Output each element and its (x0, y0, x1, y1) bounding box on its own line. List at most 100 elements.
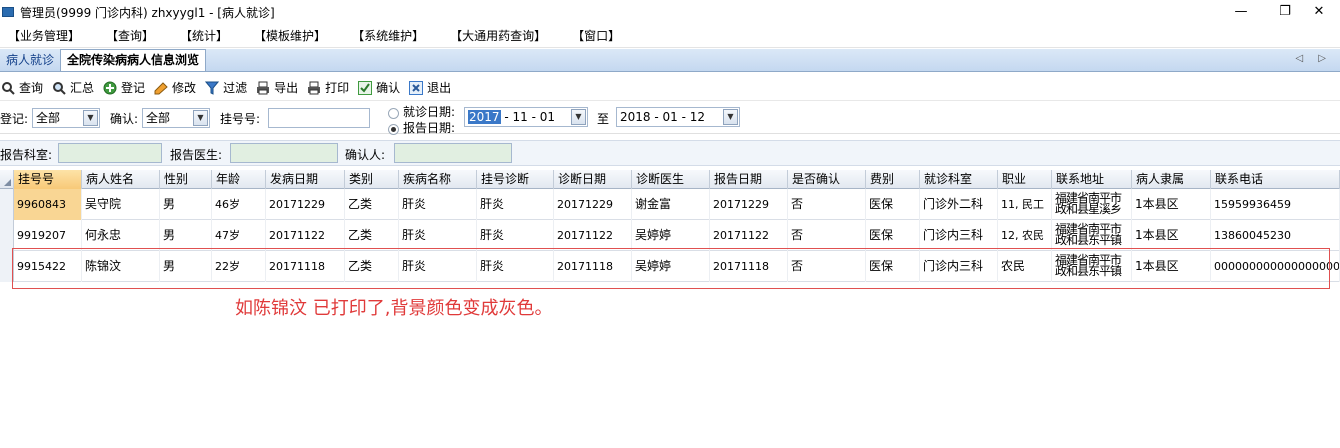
col-header-sex[interactable]: 性别 (160, 170, 212, 189)
col-header-diagnosis-date[interactable]: 诊断日期 (554, 170, 632, 189)
grid-corner-icon (0, 170, 14, 189)
summary-magnifier-icon (51, 80, 67, 96)
menu-window[interactable]: 【窗口】 (572, 27, 620, 44)
query-button[interactable]: 查询 (0, 79, 43, 96)
tab-patient-visit[interactable]: 病人就诊 (0, 51, 60, 71)
cell-phone[interactable]: 13860045230 (1211, 220, 1340, 251)
cell-sex[interactable]: 男 (160, 220, 212, 251)
cell-onset-date[interactable]: 20171229 (266, 189, 345, 220)
cell-disease[interactable]: 肝炎 (399, 220, 477, 251)
cell-visit-dept[interactable]: 门诊外二科 (920, 189, 998, 220)
menu-query[interactable]: 【查询】 (106, 27, 154, 44)
col-header-diagnosis-doctor[interactable]: 诊断医生 (632, 170, 710, 189)
toolbar: 查询 汇总 登记 修改 过滤 导出 打印 确认 退出 (0, 75, 1340, 101)
date-from-picker[interactable]: 2017 - 11 - 01 ▼ (464, 107, 588, 127)
col-header-jurisdiction[interactable]: 病人隶属 (1132, 170, 1211, 189)
confirm-select[interactable]: 全部 ▼ (142, 108, 210, 128)
cell-jurisdiction[interactable]: 1本县区 (1132, 220, 1211, 251)
report-date-label: 报告日期: (403, 121, 456, 135)
cell-fee-type[interactable]: 医保 (866, 220, 920, 251)
menu-template[interactable]: 【模板维护】 (254, 27, 326, 44)
register-button[interactable]: 登记 (102, 79, 145, 96)
report-doctor-input[interactable] (230, 143, 338, 163)
col-header-visit-dept[interactable]: 就诊科室 (920, 170, 998, 189)
col-header-name[interactable]: 病人姓名 (82, 170, 160, 189)
date-to-picker[interactable]: 2018 - 01 - 12 ▼ (616, 107, 740, 127)
cell-reg-diagnosis[interactable]: 肝炎 (477, 220, 554, 251)
cell-diagnosis-doctor[interactable]: 吴婷婷 (632, 220, 710, 251)
cell-address[interactable]: 福建省南平市政和县星溪乡 (1052, 189, 1132, 220)
filter-button[interactable]: 过滤 (204, 79, 247, 96)
col-header-reg-diagnosis[interactable]: 挂号诊断 (477, 170, 554, 189)
col-header-regno[interactable]: 挂号号 (14, 170, 82, 189)
col-header-disease[interactable]: 疾病名称 (399, 170, 477, 189)
cell-sex[interactable]: 男 (160, 189, 212, 220)
cell-diagnosis-doctor[interactable]: 谢金富 (632, 189, 710, 220)
table-row[interactable]: 9960843 吴守院 男 46岁 20171229 乙类 肝炎 肝炎 2017… (0, 189, 1340, 220)
export-button[interactable]: 导出 (255, 79, 298, 96)
col-header-age[interactable]: 年龄 (212, 170, 266, 189)
cell-fee-type[interactable]: 医保 (866, 189, 920, 220)
tab-scroll-arrows[interactable]: ◁ ▷ (1295, 53, 1332, 64)
register-select[interactable]: 全部 ▼ (32, 108, 100, 128)
cell-disease[interactable]: 肝炎 (399, 189, 477, 220)
cell-report-date[interactable]: 20171122 (710, 220, 788, 251)
cell-address[interactable]: 福建省南平市政和县东平镇 (1052, 220, 1132, 251)
chevron-down-icon[interactable]: ▼ (83, 110, 98, 126)
cell-onset-date[interactable]: 20171122 (266, 220, 345, 251)
cell-visit-dept[interactable]: 门诊内三科 (920, 220, 998, 251)
cell-occupation[interactable]: 12, 农民 (998, 220, 1052, 251)
cell-category[interactable]: 乙类 (345, 220, 399, 251)
chevron-down-icon[interactable]: ▼ (193, 110, 208, 126)
exit-button[interactable]: 退出 (408, 79, 451, 96)
cell-name[interactable]: 吴守院 (82, 189, 160, 220)
cell-phone[interactable]: 15959936459 (1211, 189, 1340, 220)
minimize-button[interactable]: — (1218, 0, 1264, 24)
menu-business[interactable]: 【业务管理】 (8, 27, 80, 44)
cell-report-date[interactable]: 20171229 (710, 189, 788, 220)
filter-row-1: 登记: 全部 ▼ 确认: 全部 ▼ 挂号号: 就诊日期: 报告日期: 2017 … (0, 102, 1340, 135)
cell-age[interactable]: 47岁 (212, 220, 266, 251)
table-row[interactable]: 9919207 何永忠 男 47岁 20171122 乙类 肝炎 肝炎 2017… (0, 220, 1340, 251)
chevron-down-icon[interactable]: ▼ (723, 109, 738, 125)
cell-regno[interactable]: 9960843 (14, 189, 82, 220)
menu-bar: 【业务管理】 【查询】 【统计】 【模板维护】 【系统维护】 【大通用药查询】 … (0, 24, 1340, 48)
cell-diagnosis-date[interactable]: 20171122 (554, 220, 632, 251)
report-dept-input[interactable] (58, 143, 162, 163)
cell-confirmed[interactable]: 否 (788, 189, 866, 220)
summary-button[interactable]: 汇总 (51, 79, 94, 96)
col-header-onset-date[interactable]: 发病日期 (266, 170, 345, 189)
tab-infectious-browse[interactable]: 全院传染病病人信息浏览 (60, 49, 207, 71)
cell-age[interactable]: 46岁 (212, 189, 266, 220)
regno-input[interactable] (268, 108, 370, 128)
confirmer-input[interactable] (394, 143, 512, 163)
cell-diagnosis-date[interactable]: 20171229 (554, 189, 632, 220)
col-header-fee-type[interactable]: 费别 (866, 170, 920, 189)
col-header-address[interactable]: 联系地址 (1052, 170, 1132, 189)
col-header-confirmed[interactable]: 是否确认 (788, 170, 866, 189)
grid-header: 挂号号 病人姓名 性别 年龄 发病日期 类别 疾病名称 挂号诊断 诊断日期 诊断… (0, 170, 1340, 189)
chevron-down-icon[interactable]: ▼ (571, 109, 586, 125)
col-header-occupation[interactable]: 职业 (998, 170, 1052, 189)
report-date-radio[interactable] (388, 124, 399, 135)
row-header[interactable] (0, 189, 14, 220)
cell-jurisdiction[interactable]: 1本县区 (1132, 189, 1211, 220)
cell-occupation[interactable]: 11, 民工 (998, 189, 1052, 220)
col-header-report-date[interactable]: 报告日期 (710, 170, 788, 189)
col-header-phone[interactable]: 联系电话 (1211, 170, 1340, 189)
cell-regno[interactable]: 9919207 (14, 220, 82, 251)
menu-statistics[interactable]: 【统计】 (180, 27, 228, 44)
cell-category[interactable]: 乙类 (345, 189, 399, 220)
print-button[interactable]: 打印 (306, 79, 349, 96)
menu-system[interactable]: 【系统维护】 (352, 27, 424, 44)
confirm-button[interactable]: 确认 (357, 79, 400, 96)
cell-reg-diagnosis[interactable]: 肝炎 (477, 189, 554, 220)
col-header-category[interactable]: 类别 (345, 170, 399, 189)
visit-date-radio[interactable] (388, 108, 399, 119)
row-header[interactable] (0, 220, 14, 251)
cell-confirmed[interactable]: 否 (788, 220, 866, 251)
edit-button[interactable]: 修改 (153, 79, 196, 96)
cell-name[interactable]: 何永忠 (82, 220, 160, 251)
menu-drug-query[interactable]: 【大通用药查询】 (450, 27, 546, 44)
close-button[interactable]: ✕ (1296, 0, 1340, 24)
